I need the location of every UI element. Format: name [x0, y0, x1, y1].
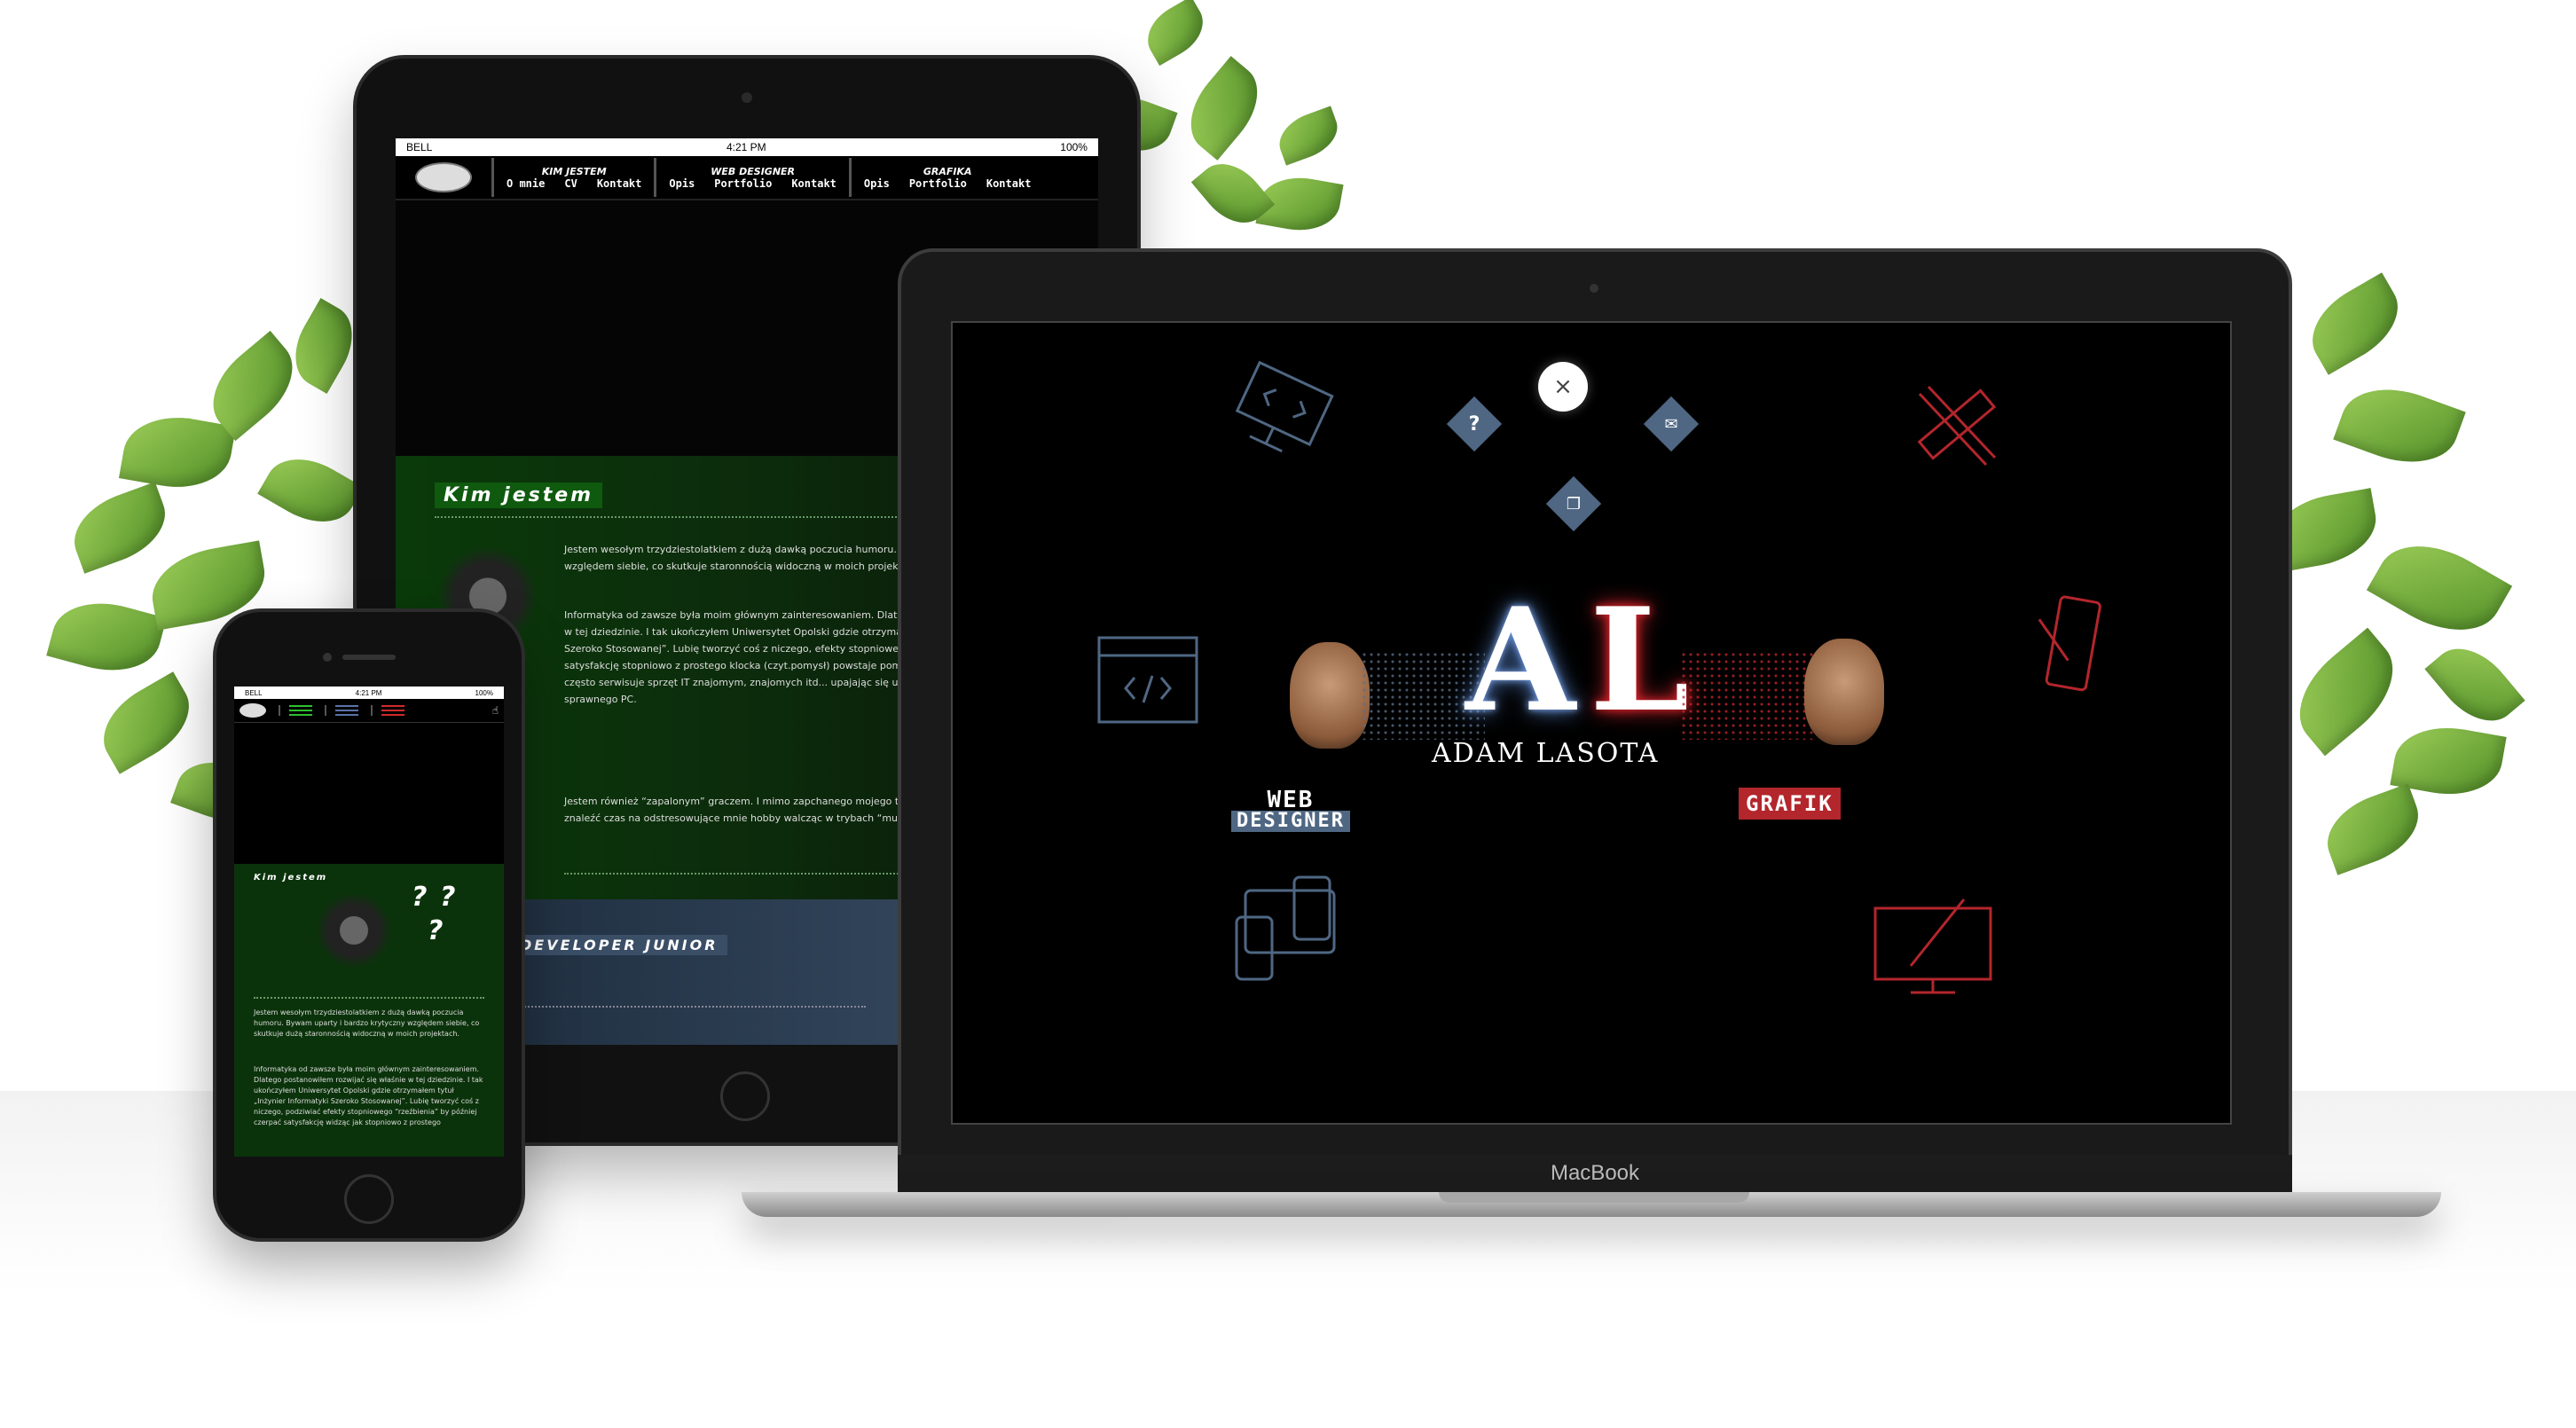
code-monitor-icon [1235, 360, 1334, 453]
nav-item-opis[interactable]: Opis [669, 177, 695, 190]
role-line: DESIGNER [1231, 811, 1350, 832]
code-window-icon [1097, 636, 1198, 724]
owner-name: ADAM LASOTA [1432, 738, 1660, 769]
monitor-brush-icon [1873, 898, 1992, 994]
laptop-base [742, 1192, 2441, 1217]
particle-right [1680, 651, 1813, 740]
tablet-statusbar: BELL 4:21 PM 100% [396, 138, 1098, 156]
nav-group-grafika: GRAFIKA Opis Portfolio Kontakt [848, 158, 1044, 197]
nav-item-o-mnie[interactable]: O mnie [507, 177, 545, 190]
contact-button[interactable]: ✉ [1643, 396, 1700, 452]
divider [511, 1006, 866, 1008]
phone-device: BELL 4:21 PM 100% ☝ Kim jestem ? ? ? Jes… [213, 608, 525, 1242]
nav-group-title: KIM JESTEM [541, 165, 607, 177]
phone-statusbar: BELL 4:21 PM 100% [234, 687, 504, 699]
avatar-right [1804, 639, 1884, 745]
nav-item-kontakt[interactable]: Kontakt [791, 177, 836, 190]
close-button[interactable]: × [1538, 362, 1588, 412]
help-icon: ? [1468, 412, 1480, 435]
battery-label: 100% [475, 688, 493, 697]
section-title: DEVELOPER JUNIOR [511, 935, 727, 955]
phone-speaker [342, 655, 396, 660]
nav-item-cv[interactable]: CV [564, 177, 577, 190]
help-button[interactable]: ? [1446, 396, 1503, 452]
divider [254, 997, 484, 999]
menu-icon[interactable] [325, 705, 358, 716]
window-icon: ❐ [1566, 494, 1582, 514]
site-logo[interactable] [240, 703, 266, 718]
laptop-screen: × ? ✉ ❐ A L ADAM LASOTA WEB DESIGNER GRA… [951, 321, 2232, 1125]
phone-home-button[interactable] [344, 1174, 394, 1224]
logo-letter-a: A [1465, 577, 1576, 743]
nav-group-kim-jestem: KIM JESTEM O mnie CV Kontakt [491, 158, 654, 197]
phone-navbar: ☝ [234, 699, 504, 723]
close-icon: × [1553, 373, 1573, 400]
carrier-label: BELL [245, 688, 263, 697]
laptop-notch [1439, 1192, 1749, 1203]
grafik-link[interactable]: GRAFIK [1739, 788, 1841, 820]
time-label: 4:21 PM [726, 141, 766, 153]
window-button[interactable]: ❐ [1545, 475, 1602, 532]
time-label: 4:21 PM [355, 688, 382, 697]
phone-screen: BELL 4:21 PM 100% ☝ Kim jestem ? ? ? Jes… [234, 687, 504, 1157]
ruler-pencil-icon [1917, 385, 1997, 467]
question-mark: ? [412, 882, 428, 913]
paragraph: Informatyka od zawsze była moim głównym … [254, 1065, 483, 1126]
tablet-navbar: KIM JESTEM O mnie CV Kontakt WEB DESIGNE… [396, 156, 1098, 200]
nav-item-portfolio[interactable]: Portfolio [714, 177, 772, 190]
logo-letter-l: L [1590, 577, 1690, 743]
menu-icon[interactable] [371, 705, 404, 716]
laptop-camera [1590, 284, 1598, 293]
role-line: WEB [1267, 787, 1315, 813]
nav-item-opis[interactable]: Opis [864, 177, 890, 190]
laptop-brand: MacBook [898, 1155, 2292, 1192]
paragraph: Jestem wesołym trzydziestolatkiem z dużą… [254, 1008, 480, 1038]
about-section: Kim jestem ? ? ? Jestem wesołym trzydzie… [234, 864, 504, 1157]
tablet-camera [742, 92, 752, 103]
site-logo[interactable] [415, 162, 472, 192]
tablet-home-button[interactable] [720, 1071, 770, 1121]
question-mark: ? [440, 882, 456, 913]
carrier-label: BELL [406, 141, 433, 153]
nav-group-title: GRAFIKA [923, 165, 972, 177]
nav-group-title: WEB DESIGNER [711, 165, 796, 177]
question-mark: ? [428, 915, 444, 946]
phone-camera [323, 653, 332, 662]
section-title: Kim jestem [254, 873, 328, 883]
pointer-icon: ☝ [491, 704, 499, 717]
nav-item-kontakt[interactable]: Kontakt [986, 177, 1032, 190]
nav-group-web-designer: WEB DESIGNER Opis Portfolio Kontakt [654, 158, 849, 197]
nav-item-kontakt[interactable]: Kontakt [597, 177, 642, 190]
devices-icon [1235, 875, 1336, 981]
section-title: Kim jestem [435, 483, 603, 508]
mail-icon: ✉ [1664, 414, 1678, 434]
menu-icon[interactable] [279, 705, 312, 716]
avatar [314, 891, 394, 979]
battery-label: 100% [1060, 141, 1088, 153]
web-designer-link[interactable]: WEB DESIGNER [1224, 786, 1357, 836]
avatar-left [1290, 642, 1370, 749]
nav-item-portfolio[interactable]: Portfolio [909, 177, 967, 190]
laptop-device: × ? ✉ ❐ A L ADAM LASOTA WEB DESIGNER GRA… [898, 248, 2292, 1199]
tablet-pen-icon [2038, 595, 2101, 692]
